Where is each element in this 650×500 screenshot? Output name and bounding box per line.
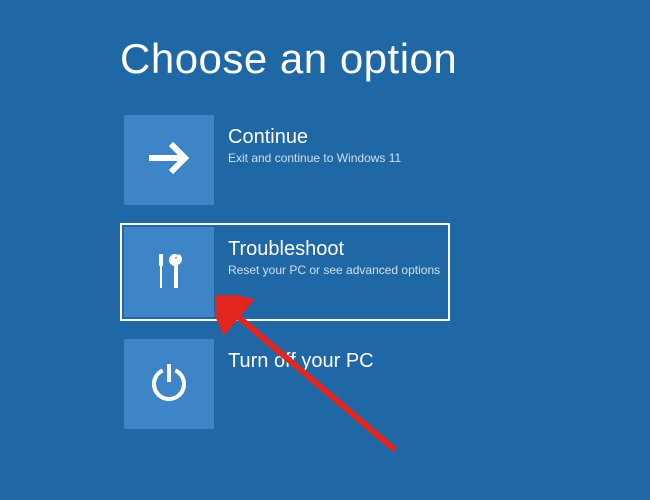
option-desc: Exit and continue to Windows 11 bbox=[228, 151, 401, 167]
troubleshoot-tile bbox=[124, 227, 214, 317]
turnoff-tile bbox=[124, 339, 214, 429]
option-title: Continue bbox=[228, 125, 401, 149]
option-title: Troubleshoot bbox=[228, 237, 440, 261]
arrow-right-icon bbox=[143, 132, 195, 189]
continue-tile bbox=[124, 115, 214, 205]
option-continue[interactable]: Continue Exit and continue to Windows 11 bbox=[120, 111, 450, 209]
tools-icon bbox=[143, 244, 195, 301]
option-desc: Reset your PC or see advanced options bbox=[228, 263, 440, 279]
page-title: Choose an option bbox=[120, 35, 650, 83]
option-troubleshoot[interactable]: Troubleshoot Reset your PC or see advanc… bbox=[120, 223, 450, 321]
option-title: Turn off your PC bbox=[228, 349, 374, 373]
power-icon bbox=[145, 358, 193, 411]
option-turnoff[interactable]: Turn off your PC bbox=[120, 335, 450, 433]
options-list: Continue Exit and continue to Windows 11 bbox=[120, 111, 650, 433]
